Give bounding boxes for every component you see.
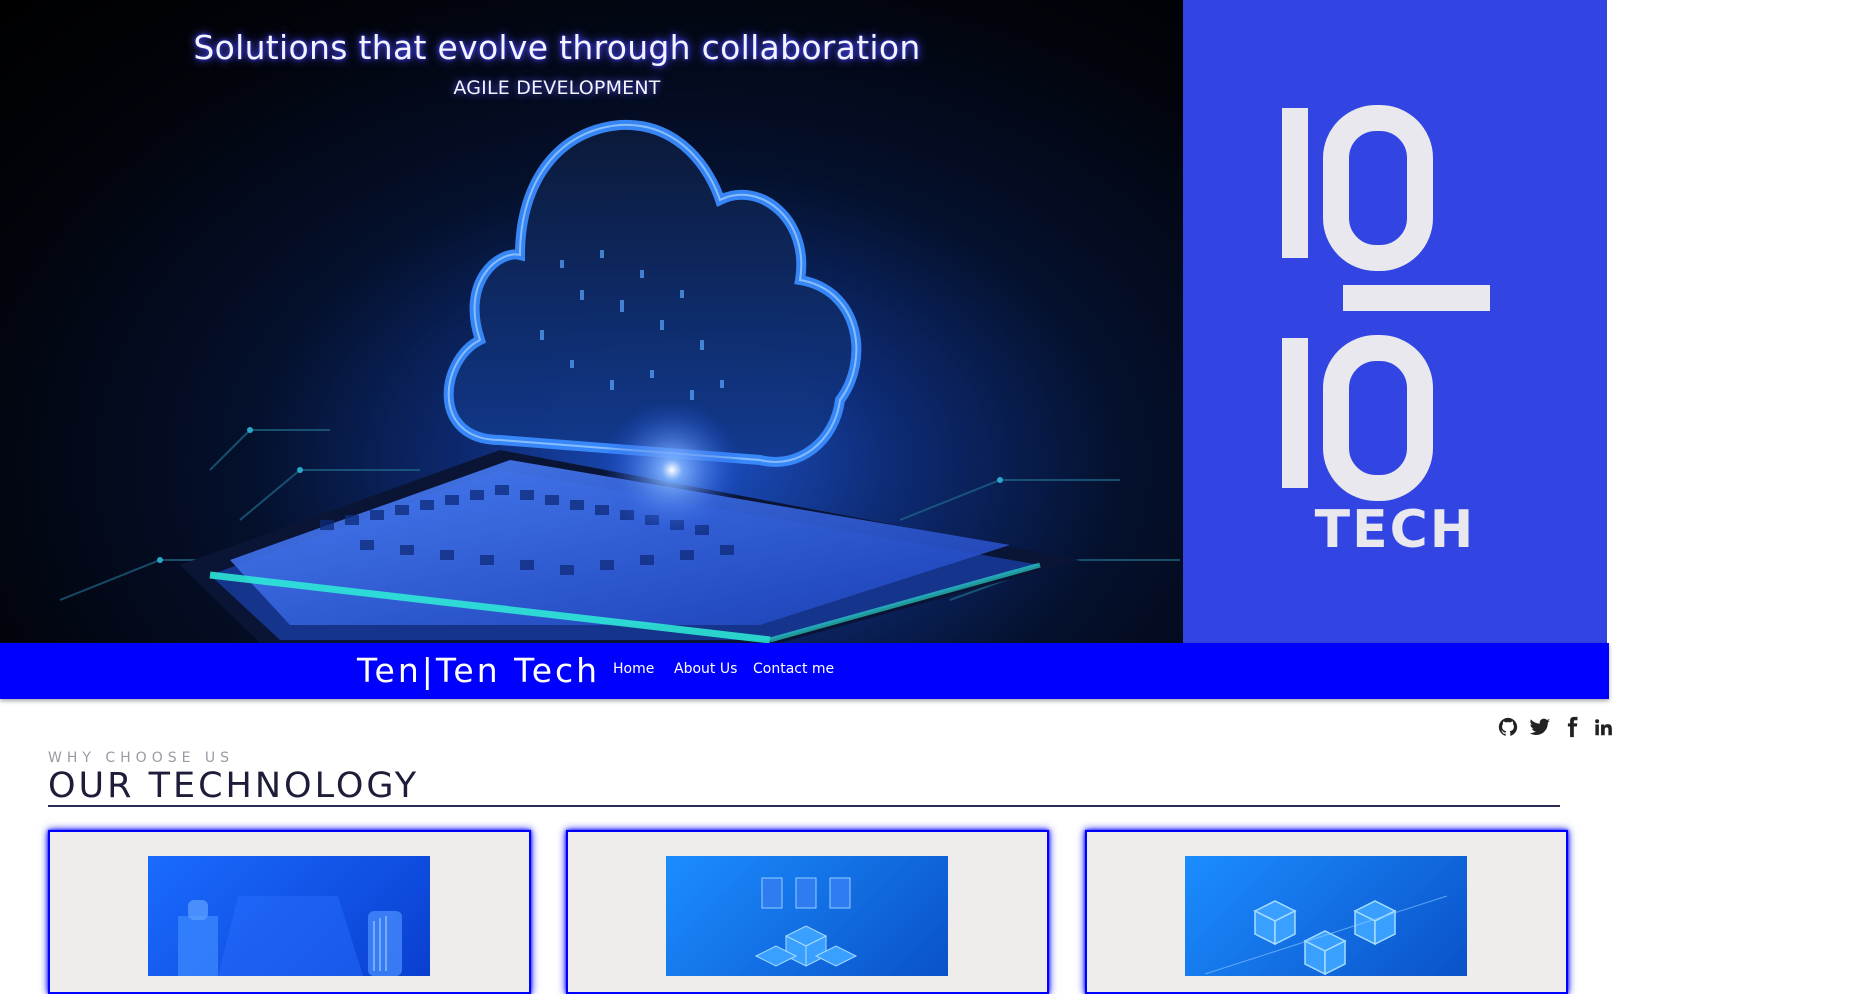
hero-title: Solutions that evolve through collaborat… bbox=[193, 28, 921, 67]
facebook-icon[interactable] bbox=[1561, 716, 1583, 738]
github-icon[interactable] bbox=[1497, 716, 1519, 738]
company-logo: TECH bbox=[1183, 0, 1607, 643]
technology-card[interactable] bbox=[1085, 830, 1568, 994]
card-image-servers bbox=[148, 856, 430, 976]
technology-card[interactable] bbox=[566, 830, 1049, 994]
brand-name[interactable]: Ten|Ten Tech bbox=[357, 651, 600, 690]
card-image-blocks bbox=[1185, 856, 1467, 976]
navbar: Ten|Ten Tech Home About Us Contact me bbox=[0, 643, 1609, 699]
hero-subtitle: AGILE DEVELOPMENT bbox=[453, 77, 661, 99]
nav-link-contact-me[interactable]: Contact me bbox=[753, 661, 834, 677]
card-image-data bbox=[666, 856, 948, 976]
nav-link-about-us[interactable]: About Us bbox=[674, 661, 737, 677]
technology-card[interactable] bbox=[48, 830, 531, 994]
section-divider bbox=[48, 805, 1560, 807]
section-title: OUR TECHNOLOGY bbox=[48, 766, 420, 806]
hero-cloud-image: Solutions that evolve through collaborat… bbox=[0, 0, 1183, 643]
twitter-icon[interactable] bbox=[1529, 716, 1551, 738]
nav-link-home[interactable]: Home bbox=[613, 661, 654, 677]
logo-wordmark: TECH bbox=[1314, 500, 1476, 560]
hero-banner: Solutions that evolve through collaborat… bbox=[0, 0, 1607, 643]
section-eyebrow: WHY CHOOSE US bbox=[48, 750, 235, 766]
linkedin-icon[interactable] bbox=[1593, 716, 1615, 738]
